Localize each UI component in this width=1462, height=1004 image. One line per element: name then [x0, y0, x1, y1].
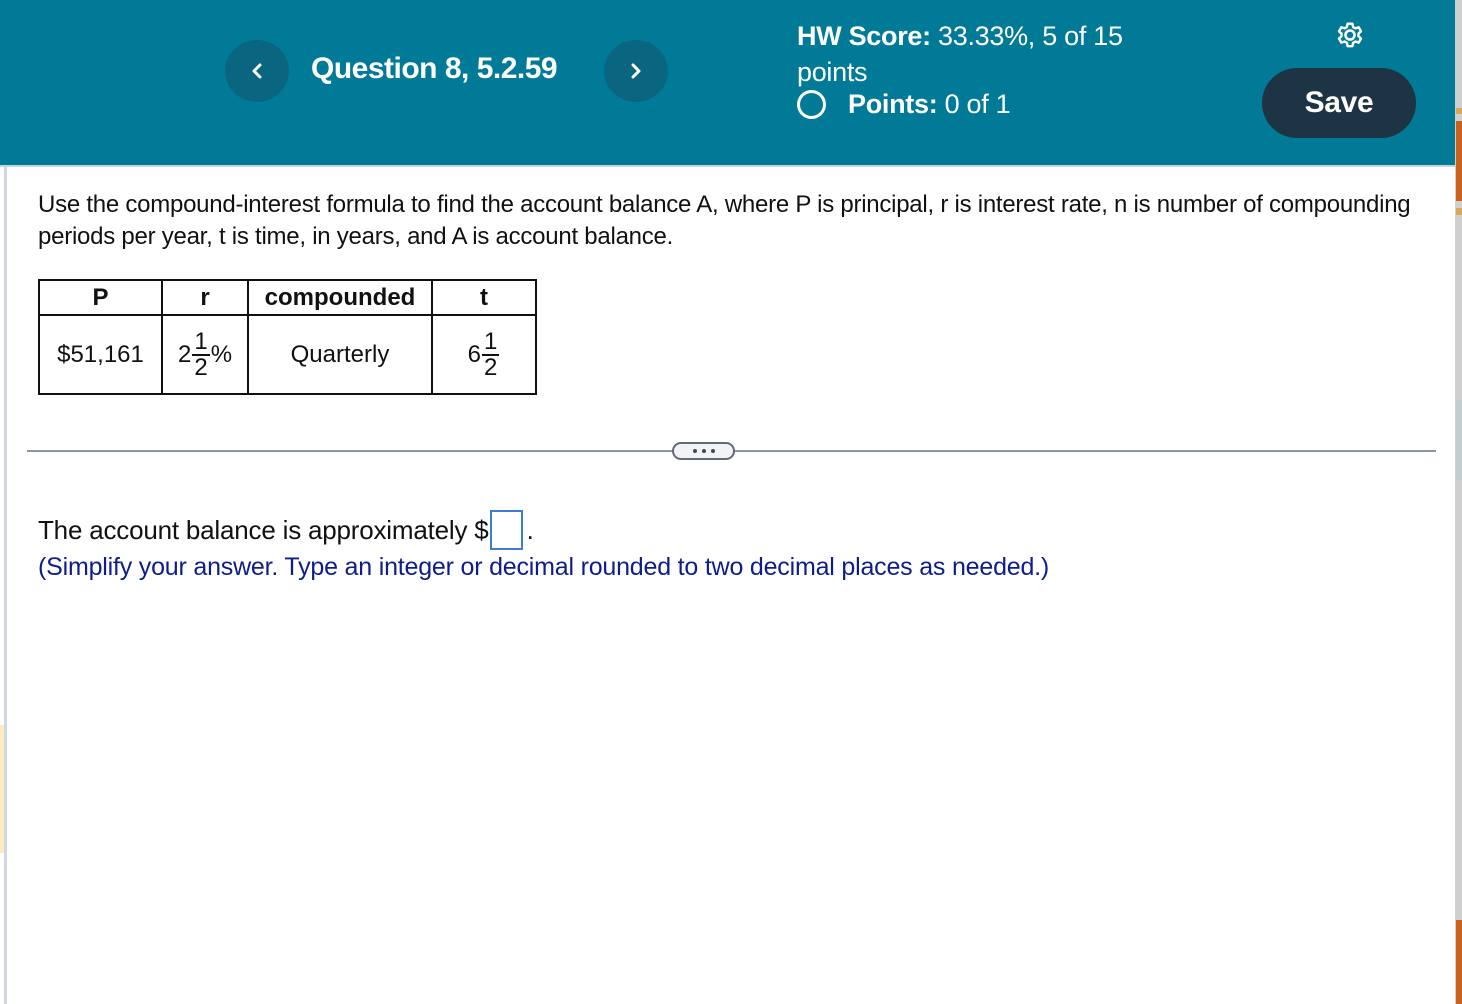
rate-fraction: 1 2 [192, 327, 210, 381]
points-status: Points: 0 of 1 [797, 89, 1011, 120]
ellipsis-icon [701, 449, 706, 453]
header-divider [0, 165, 1455, 167]
right-edge-decoration [1456, 208, 1462, 215]
hw-score: HW Score: 33.33%, 5 of 15 points [797, 18, 1197, 90]
rate-whole: 2 [177, 340, 192, 368]
cell-principal: $51,161 [38, 314, 163, 395]
page: Question 8, 5.2.59 HW Score: 33.33%, 5 o… [0, 0, 1462, 1004]
right-edge-decoration [1456, 400, 1462, 480]
expand-more-button[interactable] [672, 442, 735, 460]
points-status-circle-icon [797, 90, 826, 119]
ellipsis-icon [692, 449, 697, 453]
points-label: Points: [848, 89, 938, 119]
rate-percent-sign: % [210, 340, 233, 368]
rate-numerator: 1 [194, 327, 208, 355]
answer-prefix: The account balance is approximately $ [38, 514, 489, 545]
table-row: $51,161 2 1 2 % Quarterly 6 1 2 [38, 314, 537, 395]
cell-time: 6 1 2 [431, 314, 537, 395]
answer-hint: (Simplify your answer. Type an integer o… [38, 553, 1050, 581]
chevron-left-icon [252, 63, 262, 79]
next-question-button[interactable] [604, 40, 668, 102]
question-title: Question 8, 5.2.59 [311, 52, 558, 85]
previous-question-button[interactable] [225, 40, 289, 102]
time-denominator: 2 [482, 353, 500, 381]
answer-statement: The account balance is approximately $ . [38, 510, 534, 550]
left-highlight-marker [0, 725, 4, 853]
right-edge-decoration [1456, 108, 1462, 114]
cell-compounded: Quarterly [247, 314, 433, 395]
table-header-row: P r compounded t [38, 279, 537, 316]
points-value: 0 of 1 [944, 89, 1011, 119]
ellipsis-icon [710, 449, 715, 453]
chevron-right-icon [631, 63, 641, 79]
time-fraction: 1 2 [482, 327, 500, 381]
hw-score-label: HW Score: [797, 21, 931, 51]
answer-input[interactable] [489, 510, 523, 550]
answer-suffix: . [526, 514, 534, 545]
given-values-table: P r compounded t $51,161 2 1 2 % Quarter… [38, 279, 537, 395]
time-whole: 6 [467, 340, 481, 368]
gear-icon[interactable] [1333, 18, 1367, 52]
time-numerator: 1 [484, 327, 498, 355]
column-header-t: t [431, 279, 537, 316]
cell-rate: 2 1 2 % [161, 314, 249, 395]
column-header-p: P [38, 279, 163, 316]
right-edge-decoration [1456, 920, 1462, 1004]
column-header-r: r [161, 279, 249, 316]
right-edge-decoration [1456, 121, 1462, 201]
rate-denominator: 2 [192, 353, 210, 381]
column-header-compounded: compounded [247, 279, 433, 316]
save-button[interactable]: Save [1262, 68, 1416, 138]
time-mixed-number: 6 1 2 [467, 327, 501, 381]
question-header: Question 8, 5.2.59 HW Score: 33.33%, 5 o… [0, 0, 1455, 165]
question-instructions: Use the compound-interest formula to fin… [38, 191, 1411, 250]
left-border [4, 167, 7, 1004]
rate-mixed-number: 2 1 2 % [177, 327, 233, 381]
